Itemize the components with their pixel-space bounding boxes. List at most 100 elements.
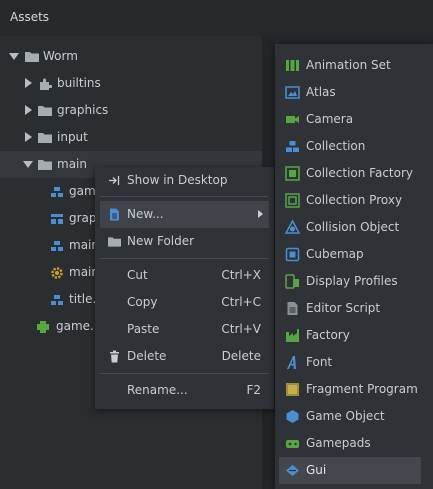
script-gear-icon — [50, 266, 64, 280]
submenu-item-atlas[interactable]: Atlas — [275, 79, 433, 106]
reveal-icon — [108, 174, 121, 187]
collection-icon — [50, 185, 64, 199]
tree-label: gam — [69, 184, 96, 198]
game-object-icon — [285, 409, 300, 424]
submenu-label: Game Object — [306, 409, 385, 423]
menu-label: Copy — [127, 295, 158, 309]
submenu-item-display-profiles[interactable]: Display Profiles — [275, 268, 433, 295]
submenu-label: Collision Object — [306, 220, 400, 234]
collapsed-arrow-icon[interactable] — [25, 78, 32, 88]
folder-icon — [108, 236, 121, 249]
submenu-label: Editor Script — [306, 301, 381, 315]
menu-item-show-in-desktop[interactable]: Show in Desktop — [95, 167, 274, 194]
submenu-label: Display Profiles — [306, 274, 398, 288]
menu-separator — [100, 196, 269, 197]
collapsed-arrow-icon[interactable] — [25, 105, 32, 115]
puzzle-icon — [38, 77, 53, 91]
new-file-icon — [108, 208, 121, 221]
animation-set-icon — [285, 58, 300, 73]
tree-label: input — [57, 130, 88, 144]
menu-item-paste[interactable]: Paste Ctrl+V — [95, 316, 274, 343]
menu-label: Rename... — [127, 383, 188, 397]
collection-proxy-icon — [285, 193, 300, 208]
submenu-label: Gui — [306, 463, 327, 477]
submenu-label: Atlas — [306, 85, 336, 99]
factory-icon — [285, 328, 300, 343]
collection-factory-icon — [285, 166, 300, 181]
fragment-program-icon — [285, 382, 300, 397]
submenu-item-collection[interactable]: Collection — [275, 133, 433, 160]
collection-icon — [50, 239, 64, 253]
menu-item-delete[interactable]: Delete Delete — [95, 343, 274, 370]
submenu-item-factory[interactable]: Factory — [275, 322, 433, 349]
submenu-label: Font — [306, 355, 333, 369]
submenu-label: Factory — [306, 328, 350, 342]
submenu-item-editor-script[interactable]: Editor Script — [275, 295, 433, 322]
editor-script-icon — [285, 301, 300, 316]
menu-shortcut: Ctrl+V — [221, 322, 261, 336]
collapsed-arrow-icon[interactable] — [25, 132, 32, 142]
submenu-arrow-icon — [258, 210, 263, 218]
expanded-arrow-icon[interactable] — [9, 53, 19, 60]
submenu-label: Collection — [306, 139, 366, 153]
submenu-label: Camera — [306, 112, 354, 126]
collection-icon — [285, 139, 300, 154]
tree-item-graphics[interactable]: graphics — [0, 97, 262, 124]
submenu-label: Animation Set — [306, 58, 391, 72]
menu-label: Cut — [127, 268, 148, 282]
menu-item-new[interactable]: New... — [100, 201, 269, 228]
font-icon — [285, 355, 300, 370]
folder-icon — [38, 159, 52, 170]
menu-separator — [100, 258, 269, 259]
menu-label: Show in Desktop — [127, 173, 228, 187]
menu-item-cut[interactable]: Cut Ctrl+X — [95, 262, 274, 289]
submenu-item-animation-set[interactable]: Animation Set — [275, 52, 433, 79]
menu-shortcut: F2 — [246, 383, 261, 397]
folder-icon — [38, 132, 52, 143]
menu-separator — [100, 373, 269, 374]
submenu-item-collection-factory[interactable]: Collection Factory — [275, 160, 433, 187]
menu-item-rename[interactable]: Rename... F2 — [95, 377, 274, 404]
tree-item-worm[interactable]: Worm — [0, 43, 262, 70]
submenu-label: Gamepads — [306, 436, 371, 450]
menu-shortcut: Ctrl+X — [221, 268, 261, 282]
menu-label: Delete — [127, 349, 167, 363]
folder-icon — [38, 105, 52, 116]
submenu-item-camera[interactable]: Camera — [275, 106, 433, 133]
tree-label: Worm — [43, 49, 78, 63]
submenu-item-gamepads[interactable]: Gamepads — [275, 430, 433, 457]
context-menu: Show in Desktop New... New Folder Cut Ct… — [95, 167, 274, 409]
submenu-item-cubemap[interactable]: Cubemap — [275, 241, 433, 268]
cubemap-icon — [285, 247, 300, 262]
submenu-item-game-object[interactable]: Game Object — [275, 403, 433, 430]
tree-label: builtins — [57, 76, 101, 90]
tree-item-builtins[interactable]: builtins — [0, 70, 262, 97]
camera-icon — [285, 112, 300, 127]
menu-item-new-folder[interactable]: New Folder — [95, 228, 274, 255]
submenu-item-collision-object[interactable]: Collision Object — [275, 214, 433, 241]
submenu-item-collection-proxy[interactable]: Collection Proxy — [275, 187, 433, 214]
menu-shortcut: Ctrl+C — [221, 295, 261, 309]
menu-item-copy[interactable]: Copy Ctrl+C — [95, 289, 274, 316]
tree-label: title. — [69, 292, 97, 306]
menu-shortcut: Delete — [221, 349, 261, 363]
atlas-icon — [285, 85, 300, 100]
gui-icon — [285, 463, 300, 478]
submenu-label: Collection Factory — [306, 166, 414, 180]
tree-item-input[interactable]: input — [0, 124, 262, 151]
submenu-item-font[interactable]: Font — [275, 349, 433, 376]
tree-label: grap — [69, 211, 97, 225]
submenu-label: Fragment Program — [306, 382, 418, 396]
folder-icon — [25, 51, 39, 62]
new-submenu: Animation Set Atlas Camera Collection Co… — [275, 44, 433, 489]
expanded-arrow-icon[interactable] — [23, 161, 33, 168]
submenu-item-fragment-program[interactable]: Fragment Program — [275, 376, 433, 403]
collision-object-icon — [284, 219, 301, 235]
display-profiles-icon — [285, 274, 300, 289]
menu-label: New... — [127, 207, 164, 221]
menu-label: Paste — [127, 322, 160, 336]
menu-label: New Folder — [127, 234, 195, 248]
tree-label: main — [57, 157, 87, 171]
gamepad-icon — [285, 436, 300, 451]
submenu-item-gui[interactable]: Gui — [279, 457, 421, 484]
